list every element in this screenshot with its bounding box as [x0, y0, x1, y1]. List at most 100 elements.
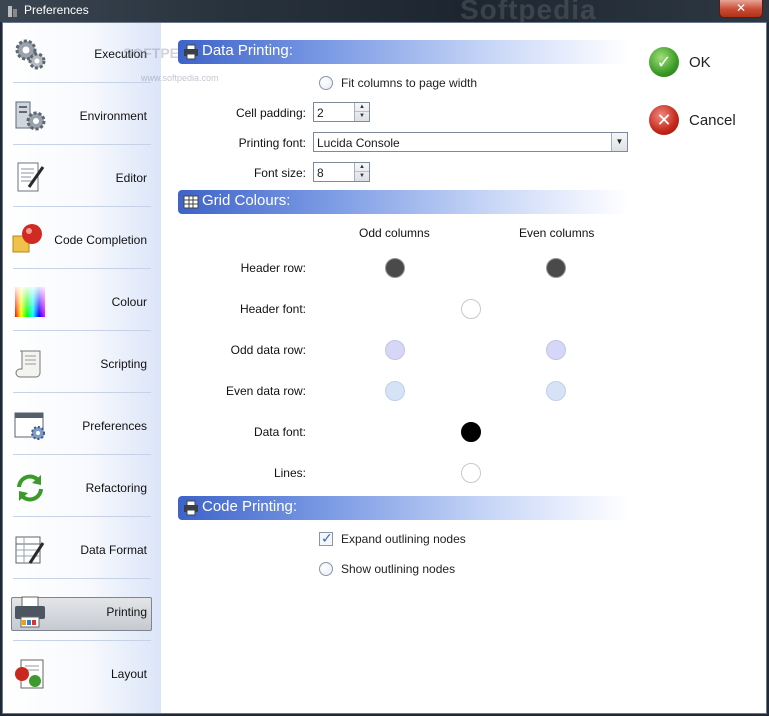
sidebar-divider — [13, 454, 151, 455]
show-outlining-label: Show outlining nodes — [341, 562, 456, 576]
sidebar-item-label: Environment — [79, 109, 147, 123]
app-icon — [8, 6, 17, 17]
odd-data-row-label: Odd data row: — [230, 343, 306, 357]
section-title: Data Printing: — [202, 42, 293, 59]
expand-outlining-label: Expand outlining nodes — [341, 532, 466, 546]
sidebar-divider — [13, 578, 151, 579]
cancel-label: Cancel — [689, 112, 736, 129]
stepper-up-icon[interactable]: ▲ — [355, 163, 369, 172]
editor-icon — [17, 162, 45, 192]
printer-icon — [184, 500, 198, 516]
sidebar-item-environment[interactable]: Environment — [11, 87, 151, 145]
sidebar-item-scripting[interactable]: Scripting — [11, 335, 151, 393]
section-header-data-printing: Data Printing: — [178, 40, 628, 64]
sidebar-divider — [13, 516, 151, 517]
sidebar-item-refactoring[interactable]: Refactoring — [11, 459, 151, 517]
sidebar-item-label: Data Format — [80, 543, 147, 557]
title-bar: Preferences Softpedia ✕ — [0, 0, 769, 25]
sidebar-item-editor[interactable]: Editor — [11, 149, 151, 207]
section-title: Code Printing: — [202, 498, 298, 515]
environment-icon — [15, 101, 46, 131]
font-size-label: Font size: — [253, 166, 306, 180]
sidebar-item-colour[interactable]: Colour — [11, 273, 151, 331]
checkmark-circle-icon: ✓ — [649, 47, 679, 77]
data-format-icon — [15, 536, 45, 564]
sidebar-item-label: Code Completion — [54, 233, 147, 247]
printing-font-select[interactable]: Lucida Console ▼ — [313, 132, 628, 152]
sidebar-item-preferences[interactable]: Preferences — [11, 397, 151, 455]
cross-circle-icon: ✕ — [649, 105, 679, 135]
header-font-swatch[interactable] — [461, 299, 481, 319]
preferences-window-icon — [14, 412, 45, 440]
stepper-down-icon[interactable]: ▼ — [355, 112, 369, 121]
sidebar-divider — [13, 144, 151, 145]
sidebar-item-label: Scripting — [100, 357, 147, 371]
stepper-down-icon[interactable]: ▼ — [355, 172, 369, 181]
sidebar-item-label: Printing — [106, 605, 147, 619]
grid-icon — [183, 195, 199, 209]
even-data-row-even-swatch[interactable] — [546, 381, 566, 401]
close-button[interactable]: ✕ — [719, 0, 763, 18]
cell-padding-value: 2 — [317, 106, 324, 120]
expand-outlining-checkbox[interactable]: ✓ — [319, 530, 333, 546]
cell-padding-stepper[interactable]: 2 ▲ ▼ — [313, 102, 370, 122]
show-outlining-radio[interactable] — [319, 562, 333, 576]
printing-font-value: Lucida Console — [317, 136, 400, 150]
even-columns-header: Even columns — [519, 226, 595, 240]
data-font-swatch[interactable] — [461, 422, 481, 442]
odd-data-row-odd-swatch[interactable] — [385, 340, 405, 360]
header-row-label: Header row: — [240, 261, 306, 275]
sidebar-divider — [13, 206, 151, 207]
sidebar-divider — [13, 330, 151, 331]
refresh-arrows-icon — [17, 474, 43, 502]
checkmark-icon: ✓ — [321, 530, 333, 546]
font-size-value: 8 — [317, 166, 324, 180]
printer-icon — [15, 596, 45, 628]
even-data-row-odd-swatch[interactable] — [385, 381, 405, 401]
ok-button[interactable]: ✓ OK — [649, 47, 749, 81]
sidebar-item-label: Colour — [111, 295, 147, 309]
sidebar-divider — [13, 82, 151, 83]
chevron-down-icon[interactable]: ▼ — [611, 133, 627, 151]
section-title: Grid Colours: — [202, 192, 291, 209]
sidebar-item-printing[interactable]: Printing — [11, 583, 152, 641]
printing-font-label: Printing font: — [238, 136, 306, 150]
font-size-stepper[interactable]: 8 ▲ ▼ — [313, 162, 370, 182]
lines-label: Lines: — [273, 466, 306, 480]
fit-columns-label: Fit columns to page width — [341, 76, 478, 90]
data-font-label: Data font: — [253, 425, 306, 439]
section-header-grid-colours: Grid Colours: — [178, 190, 628, 214]
sidebar-item-layout[interactable]: Layout — [11, 645, 151, 703]
sidebar-divider — [13, 392, 151, 393]
stepper-up-icon[interactable]: ▲ — [355, 103, 369, 112]
code-completion-icon — [12, 224, 42, 253]
preferences-window: Execution Environment Editor Code Comple… — [2, 22, 767, 714]
even-data-row-label: Even data row: — [225, 384, 306, 398]
header-font-label: Header font: — [239, 302, 306, 316]
colour-icon — [15, 287, 45, 317]
sidebar: Execution Environment Editor Code Comple… — [3, 23, 219, 713]
sidebar-item-data-format[interactable]: Data Format — [11, 521, 151, 579]
cell-padding-label: Cell padding: — [235, 106, 306, 120]
sidebar-item-label: Editor — [115, 171, 147, 185]
sidebar-divider — [13, 640, 151, 641]
ok-label: OK — [689, 54, 711, 71]
lines-swatch[interactable] — [461, 463, 481, 483]
fit-columns-radio[interactable] — [319, 76, 333, 90]
sidebar-item-label: Layout — [110, 667, 147, 681]
stepper-buttons: ▲ ▼ — [354, 163, 369, 181]
printer-icon — [184, 44, 198, 60]
odd-columns-header: Odd columns — [359, 226, 430, 240]
sidebar-item-label: Preferences — [82, 419, 147, 433]
odd-data-row-even-swatch[interactable] — [546, 340, 566, 360]
scroll-icon — [15, 350, 41, 378]
cancel-button[interactable]: ✕ Cancel — [649, 105, 749, 139]
stepper-buttons: ▲ ▼ — [354, 103, 369, 121]
sidebar-divider — [13, 268, 151, 269]
section-header-code-printing: Code Printing: — [178, 496, 628, 520]
sidebar-item-label: Refactoring — [85, 481, 147, 495]
sidebar-item-code-completion[interactable]: Code Completion — [11, 211, 151, 269]
header-row-even-swatch[interactable] — [546, 258, 566, 278]
gears-icon — [15, 39, 46, 70]
header-row-odd-swatch[interactable] — [385, 258, 405, 278]
